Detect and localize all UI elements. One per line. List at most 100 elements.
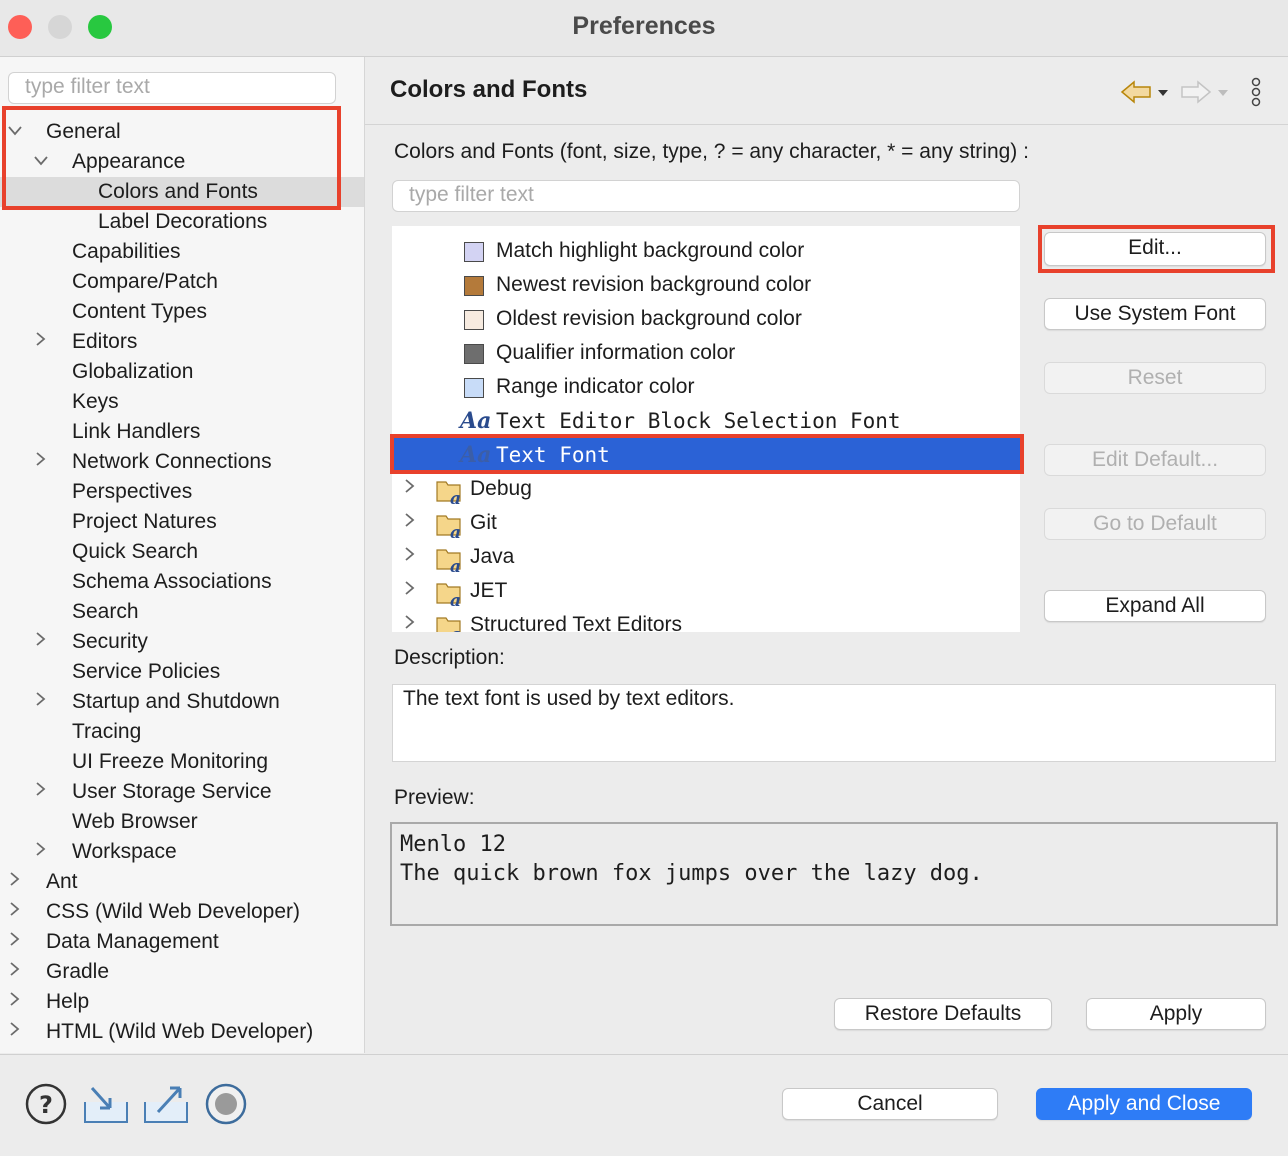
category-row[interactable]: a Git <box>392 506 1020 543</box>
tree-item[interactable]: Service Policies <box>0 657 364 687</box>
color-row[interactable]: Oldest revision background color <box>392 302 1020 336</box>
colors-filter-input[interactable]: type filter text <box>392 180 1020 212</box>
tree-item-label: Schema Associations <box>72 570 272 593</box>
chevron-right-icon[interactable] <box>26 327 56 357</box>
tree-item[interactable]: Data Management <box>0 927 364 957</box>
export-button[interactable] <box>142 1082 190 1131</box>
category-row[interactable]: a Debug <box>392 472 1020 509</box>
chevron-right-icon[interactable] <box>395 608 425 632</box>
edit-default-button[interactable]: Edit Default... <box>1044 444 1266 476</box>
export-icon <box>144 1086 188 1123</box>
preview-sample-text: The quick brown fox jumps over the lazy … <box>400 861 983 886</box>
tree-item[interactable]: Link Handlers <box>0 417 364 447</box>
svg-text:a: a <box>450 489 461 505</box>
tree-item-label: Workspace <box>72 840 177 863</box>
chevron-right-icon[interactable] <box>26 627 56 657</box>
tree-item[interactable]: Perspectives <box>0 477 364 507</box>
tree-item[interactable]: CSS (Wild Web Developer) <box>0 897 364 927</box>
svg-text:a: a <box>450 625 461 632</box>
chevron-right-icon[interactable] <box>0 987 30 1017</box>
tree-item[interactable]: Quick Search <box>0 537 364 567</box>
tree-item[interactable]: Startup and Shutdown <box>0 687 364 717</box>
tree-item[interactable]: Gradle <box>0 957 364 987</box>
svg-text:?: ? <box>39 1091 53 1119</box>
item-label: Newest revision background color <box>496 273 812 296</box>
apply-button[interactable]: Apply <box>1086 998 1266 1030</box>
tree-item-label: Globalization <box>72 360 194 383</box>
chevron-right-icon[interactable] <box>26 447 56 477</box>
chevron-right-icon[interactable] <box>0 1017 30 1047</box>
tree-item[interactable]: Schema Associations <box>0 567 364 597</box>
font-icon: Aa <box>460 408 492 434</box>
tree-item-label: Web Browser <box>72 810 198 833</box>
tree-item-label: Perspectives <box>72 480 193 503</box>
forward-button[interactable] <box>1180 78 1230 113</box>
tree-item[interactable]: Network Connections <box>0 447 364 477</box>
tree-item-label: Data Management <box>46 930 219 953</box>
tree-item-label: Security <box>72 630 148 653</box>
navigation-filter-input[interactable]: type filter text <box>8 72 336 104</box>
restore-defaults-button[interactable]: Restore Defaults <box>834 998 1052 1030</box>
chevron-right-icon[interactable] <box>395 574 425 608</box>
tree-item[interactable]: Ant <box>0 867 364 897</box>
use-system-font-button[interactable]: Use System Font <box>1044 298 1266 330</box>
tree-item[interactable]: Search <box>0 597 364 627</box>
color-row[interactable]: Newest revision background color <box>392 268 1020 302</box>
color-row[interactable]: Qualifier information color <box>392 336 1020 370</box>
tree-item[interactable]: UI Freeze Monitoring <box>0 747 364 777</box>
expand-all-button[interactable]: Expand All <box>1044 590 1266 622</box>
chevron-right-icon[interactable] <box>395 506 425 540</box>
chevron-right-icon[interactable] <box>0 957 30 987</box>
chevron-right-icon[interactable] <box>26 687 56 717</box>
tree-item[interactable]: Compare/Patch <box>0 267 364 297</box>
apply-and-close-button[interactable]: Apply and Close <box>1036 1088 1252 1120</box>
folder-icon: a <box>436 477 462 509</box>
partial-row <box>522 226 612 228</box>
tree-item[interactable]: Keys <box>0 387 364 417</box>
chevron-right-icon[interactable] <box>395 472 425 506</box>
tree-item[interactable]: Help <box>0 987 364 1017</box>
tree-item[interactable]: Capabilities <box>0 237 364 267</box>
tree-item[interactable]: Project Natures <box>0 507 364 537</box>
go-to-default-button[interactable]: Go to Default <box>1044 508 1266 540</box>
window-title: Preferences <box>572 12 716 40</box>
chevron-right-icon[interactable] <box>0 897 30 927</box>
annotation-highlight-box <box>2 106 341 210</box>
tree-item-label: Help <box>46 990 90 1013</box>
tree-item[interactable]: Globalization <box>0 357 364 387</box>
help-button[interactable]: ? <box>24 1082 68 1131</box>
font-row[interactable]: Aa Text Editor Block Selection Font <box>392 404 1020 438</box>
item-label: Java <box>470 545 515 568</box>
tree-item[interactable]: Label Decorations <box>0 207 364 237</box>
tree-item-label: User Storage Service <box>72 780 272 803</box>
color-row[interactable]: Match highlight background color <box>392 234 1020 268</box>
tree-item[interactable]: Security <box>0 627 364 657</box>
chevron-right-icon[interactable] <box>395 540 425 574</box>
chevron-right-icon[interactable] <box>26 837 56 867</box>
more-options-icon <box>1251 77 1261 107</box>
tree-item[interactable]: HTML (Wild Web Developer) <box>0 1017 364 1047</box>
reset-button[interactable]: Reset <box>1044 362 1266 394</box>
tree-item-label: Compare/Patch <box>72 270 218 293</box>
chevron-right-icon[interactable] <box>0 867 30 897</box>
tree-item[interactable]: Content Types <box>0 297 364 327</box>
cancel-button[interactable]: Cancel <box>782 1088 998 1120</box>
color-row[interactable]: Range indicator color <box>392 370 1020 404</box>
tree-item[interactable]: Tracing <box>0 717 364 747</box>
import-button[interactable] <box>82 1082 130 1131</box>
tree-item[interactable]: Editors <box>0 327 364 357</box>
back-button[interactable] <box>1120 78 1170 113</box>
item-label: Match highlight background color <box>496 239 805 262</box>
tree-item[interactable]: Web Browser <box>0 807 364 837</box>
category-row[interactable]: a Java <box>392 540 1020 577</box>
category-row[interactable]: a Structured Text Editors <box>392 608 1020 632</box>
category-row[interactable]: a JET <box>392 574 1020 611</box>
chevron-right-icon[interactable] <box>0 927 30 957</box>
tree-item[interactable]: Workspace <box>0 837 364 867</box>
color-swatch <box>464 344 484 364</box>
view-menu-button[interactable] <box>1248 76 1264 115</box>
tree-item-label: Quick Search <box>72 540 199 563</box>
tree-item[interactable]: User Storage Service <box>0 777 364 807</box>
record-button[interactable] <box>204 1082 248 1131</box>
chevron-right-icon[interactable] <box>26 777 56 807</box>
